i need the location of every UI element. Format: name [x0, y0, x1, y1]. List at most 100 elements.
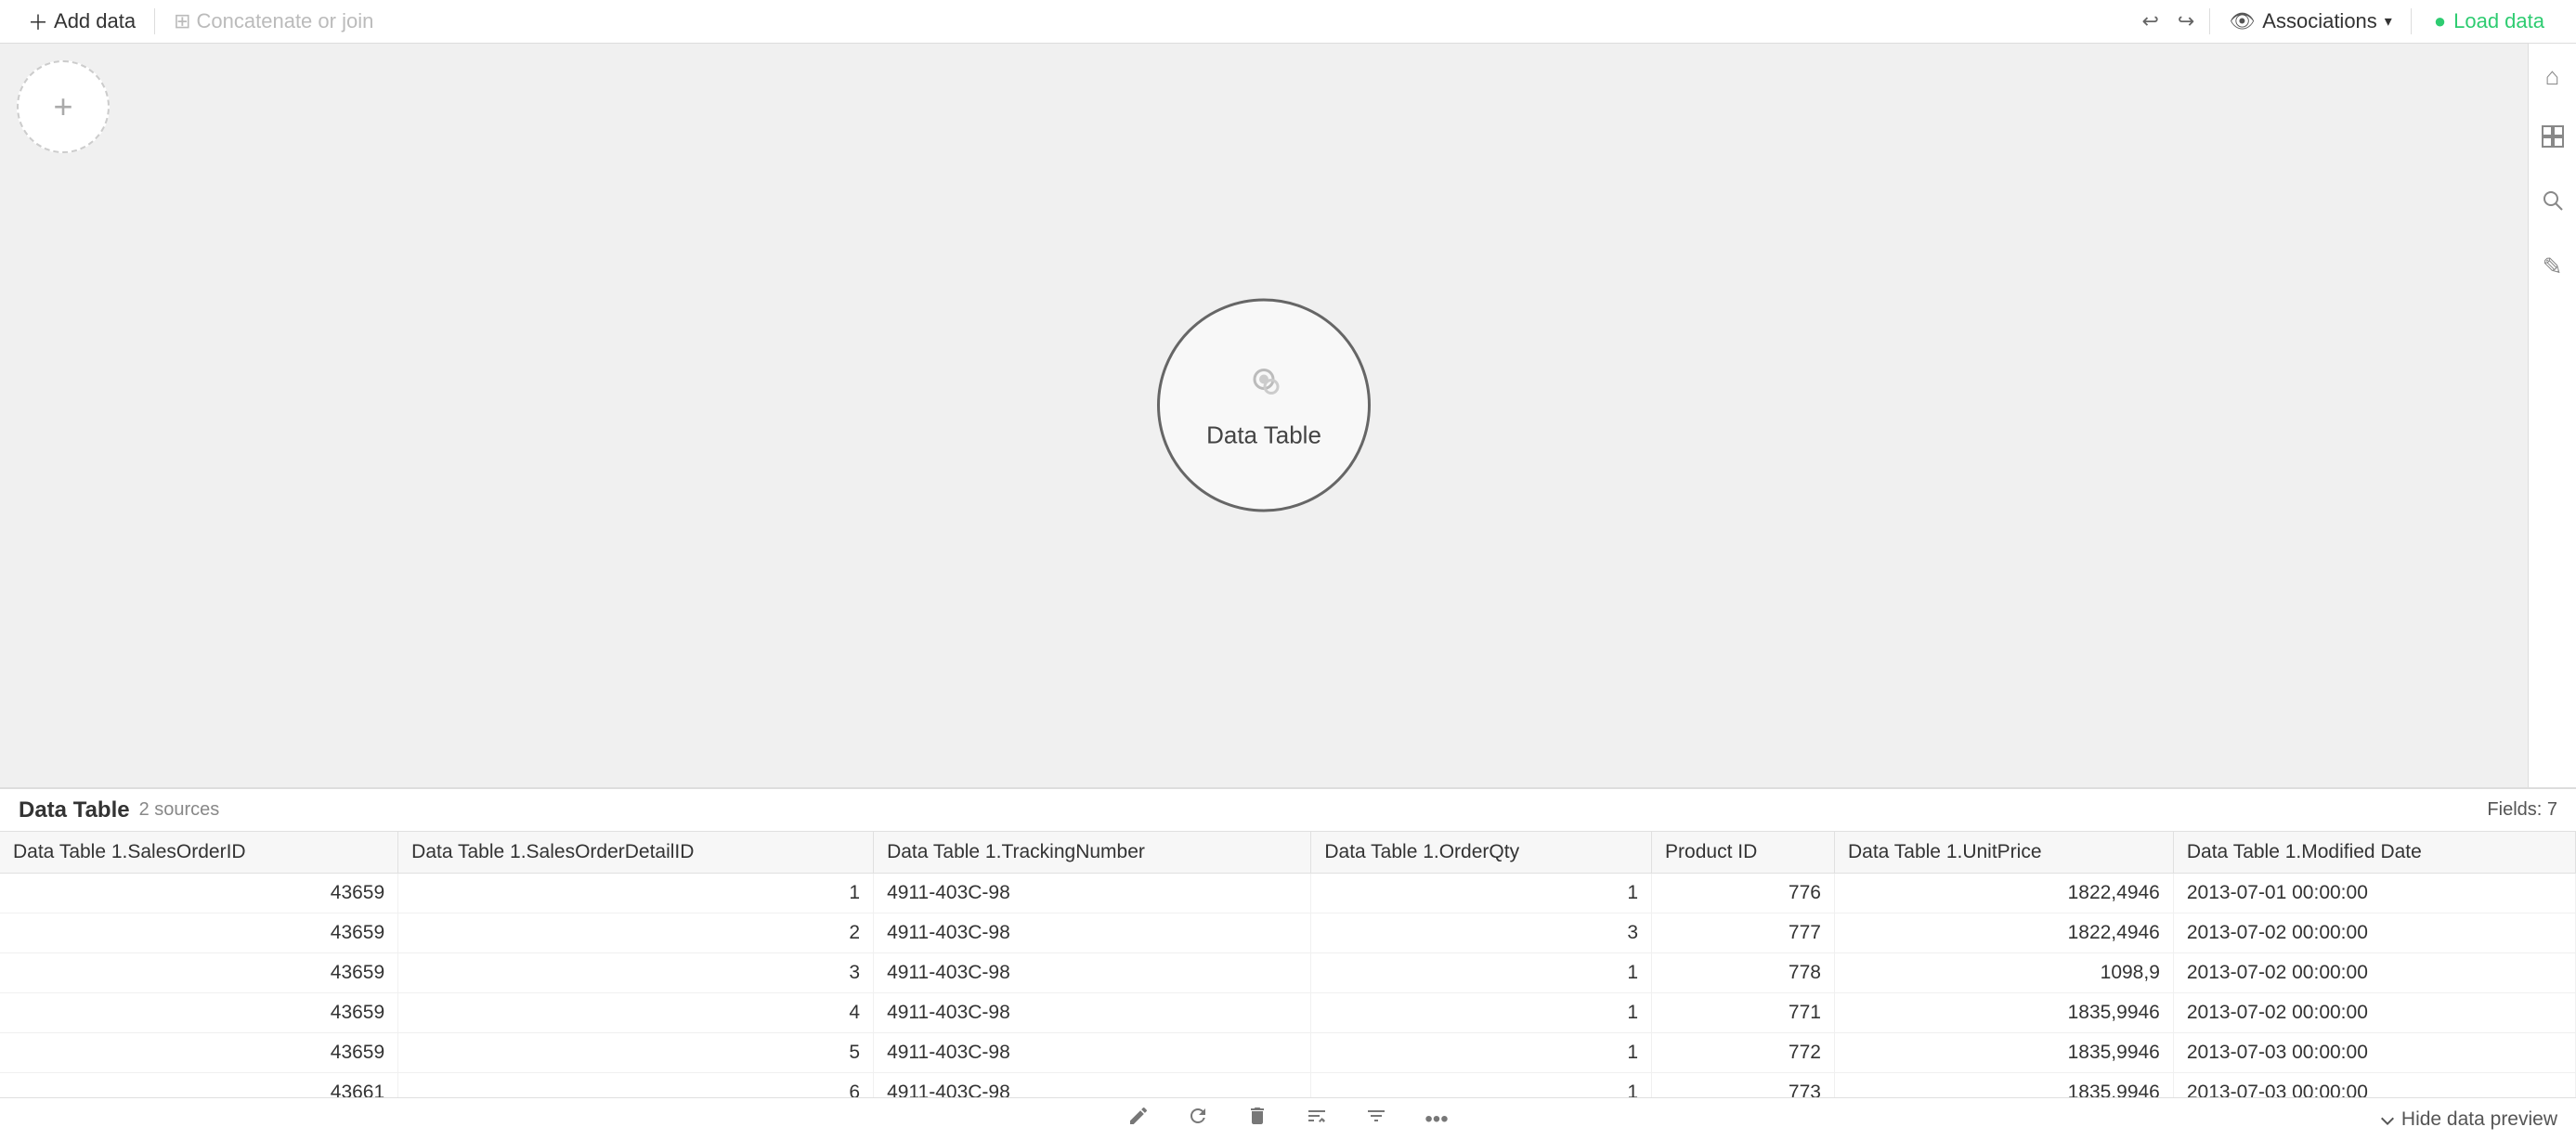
- table-cell: 6: [398, 1073, 874, 1098]
- split-tool-button[interactable]: [1296, 1099, 1337, 1139]
- toolbar-divider-2: [2209, 8, 2210, 34]
- table-cell: 43661: [0, 1073, 398, 1098]
- table-cell: 773: [1652, 1073, 1835, 1098]
- table-row: 4366164911-403C-9817731835,99462013-07-0…: [0, 1073, 2576, 1098]
- data-table-node[interactable]: Data Table: [1157, 298, 1371, 512]
- table-cell: 5: [398, 1033, 874, 1073]
- table-cell: 2013-07-02 00:00:00: [2173, 953, 2575, 993]
- concat-icon: ⊞: [174, 9, 190, 33]
- delete-tool-button[interactable]: [1237, 1099, 1278, 1139]
- hide-preview-label: Hide data preview: [2401, 1108, 2557, 1131]
- preview-header: Data Table 2 sources Fields: 7: [0, 789, 2576, 832]
- table-cell: 43659: [0, 1033, 398, 1073]
- table-row: 4365924911-403C-9837771822,49462013-07-0…: [0, 913, 2576, 953]
- undo-button[interactable]: ↩: [2132, 4, 2167, 39]
- preview-table: Data Table 1.SalesOrderIDData Table 1.Sa…: [0, 832, 2576, 1097]
- add-data-circle[interactable]: +: [17, 60, 110, 153]
- load-data-button[interactable]: ● Load data: [2417, 2, 2561, 41]
- table-cell: 1: [1311, 1033, 1652, 1073]
- preview-title: Data Table: [19, 797, 130, 823]
- table-column-header: Data Table 1.SalesOrderDetailID: [398, 832, 874, 874]
- table-cell: 43659: [0, 913, 398, 953]
- table-cell: 4911-403C-98: [874, 1033, 1311, 1073]
- table-cell: 4911-403C-98: [874, 874, 1311, 913]
- preview-sources: 2 sources: [139, 799, 220, 821]
- table-column-header: Data Table 1.UnitPrice: [1834, 832, 2173, 874]
- table-cell: 1822,4946: [1834, 913, 2173, 953]
- table-cell: 4911-403C-98: [874, 913, 1311, 953]
- table-head: Data Table 1.SalesOrderIDData Table 1.Sa…: [0, 832, 2576, 874]
- table-cell: 43659: [0, 993, 398, 1033]
- associations-button[interactable]: 👁 Associations ▾: [2216, 4, 2404, 39]
- table-cell: 1: [1311, 993, 1652, 1033]
- edit-tool-button[interactable]: [1118, 1099, 1159, 1139]
- table-cell: 4911-403C-98: [874, 1073, 1311, 1098]
- add-data-button[interactable]: ＋ Add data: [15, 1, 149, 42]
- eye-icon: 👁: [2229, 9, 2255, 33]
- grid-icon[interactable]: [2533, 117, 2572, 162]
- plus-icon: +: [53, 87, 72, 126]
- toolbar-divider-3: [2411, 8, 2412, 34]
- table-cell: 1835,9946: [1834, 1033, 2173, 1073]
- node-label: Data Table: [1206, 421, 1321, 449]
- search-sidebar-icon[interactable]: [2533, 181, 2572, 227]
- table-cell: 778: [1652, 953, 1835, 993]
- canvas: + Data Table: [0, 44, 2528, 787]
- table-cell: 1822,4946: [1834, 874, 2173, 913]
- load-data-label: Load data: [2453, 9, 2544, 33]
- table-column-header: Data Table 1.Modified Date: [2173, 832, 2575, 874]
- table-cell: 772: [1652, 1033, 1835, 1073]
- preview-toolbar: ••• Hide data preview: [0, 1097, 2576, 1140]
- table-row: 4365934911-403C-9817781098,92013-07-02 0…: [0, 953, 2576, 993]
- associations-label: Associations: [2262, 9, 2377, 33]
- refresh-tool-button[interactable]: [1177, 1099, 1218, 1139]
- table-column-header: Data Table 1.OrderQty: [1311, 832, 1652, 874]
- table-cell: 2013-07-01 00:00:00: [2173, 874, 2575, 913]
- table-cell: 1098,9: [1834, 953, 2173, 993]
- table-body: 4365914911-403C-9817761822,49462013-07-0…: [0, 874, 2576, 1098]
- table-cell: 4911-403C-98: [874, 993, 1311, 1033]
- table-cell: 4911-403C-98: [874, 953, 1311, 993]
- table-cell: 4: [398, 993, 874, 1033]
- filter-tool-button[interactable]: [1356, 1099, 1397, 1139]
- redo-button[interactable]: ↪: [2168, 4, 2204, 39]
- table-cell: 1: [1311, 874, 1652, 913]
- table-cell: 2013-07-03 00:00:00: [2173, 1073, 2575, 1098]
- table-cell: 2013-07-03 00:00:00: [2173, 1033, 2575, 1073]
- toolbar: ＋ Add data ⊞ Concatenate or join ↩ ↪ 👁 A…: [0, 0, 2576, 44]
- table-cell: 2013-07-02 00:00:00: [2173, 993, 2575, 1033]
- node-icon: [1242, 360, 1286, 413]
- more-tool-button[interactable]: •••: [1415, 1101, 1457, 1138]
- edit-sidebar-icon[interactable]: ✎: [2535, 245, 2570, 289]
- table-cell: 776: [1652, 874, 1835, 913]
- table-cell: 2013-07-02 00:00:00: [2173, 913, 2575, 953]
- home-icon[interactable]: ⌂: [2538, 55, 2568, 98]
- chevron-down-icon: ▾: [2385, 12, 2392, 31]
- table-cell: 3: [398, 953, 874, 993]
- hide-preview-button[interactable]: Hide data preview: [2379, 1108, 2557, 1131]
- concatenate-join-label: Concatenate or join: [197, 9, 374, 33]
- toolbar-divider-1: [154, 8, 155, 34]
- table-cell: 3: [1311, 913, 1652, 953]
- table-cell: 1835,9946: [1834, 1073, 2173, 1098]
- concatenate-join-button[interactable]: ⊞ Concatenate or join: [161, 4, 386, 39]
- table-cell: 1: [1311, 1073, 1652, 1098]
- table-cell: 2: [398, 913, 874, 953]
- table-cell: 1: [398, 874, 874, 913]
- table-cell: 777: [1652, 913, 1835, 953]
- table-cell: 43659: [0, 874, 398, 913]
- table-row: 4365944911-403C-9817711835,99462013-07-0…: [0, 993, 2576, 1033]
- table-cell: 43659: [0, 953, 398, 993]
- table-row: 4365954911-403C-9817721835,99462013-07-0…: [0, 1033, 2576, 1073]
- preview-table-container[interactable]: Data Table 1.SalesOrderIDData Table 1.Sa…: [0, 832, 2576, 1097]
- preview-fields: Fields: 7: [2487, 799, 2557, 821]
- table-cell: 1: [1311, 953, 1652, 993]
- table-column-header: Data Table 1.SalesOrderID: [0, 832, 398, 874]
- table-cell: 1835,9946: [1834, 993, 2173, 1033]
- table-row: 4365914911-403C-9817761822,49462013-07-0…: [0, 874, 2576, 913]
- data-preview: Data Table 2 sources Fields: 7 Data Tabl…: [0, 787, 2576, 1140]
- table-header-row: Data Table 1.SalesOrderIDData Table 1.Sa…: [0, 832, 2576, 874]
- load-icon: ●: [2434, 9, 2446, 33]
- data-table-icon: [1242, 360, 1286, 405]
- table-column-header: Data Table 1.TrackingNumber: [874, 832, 1311, 874]
